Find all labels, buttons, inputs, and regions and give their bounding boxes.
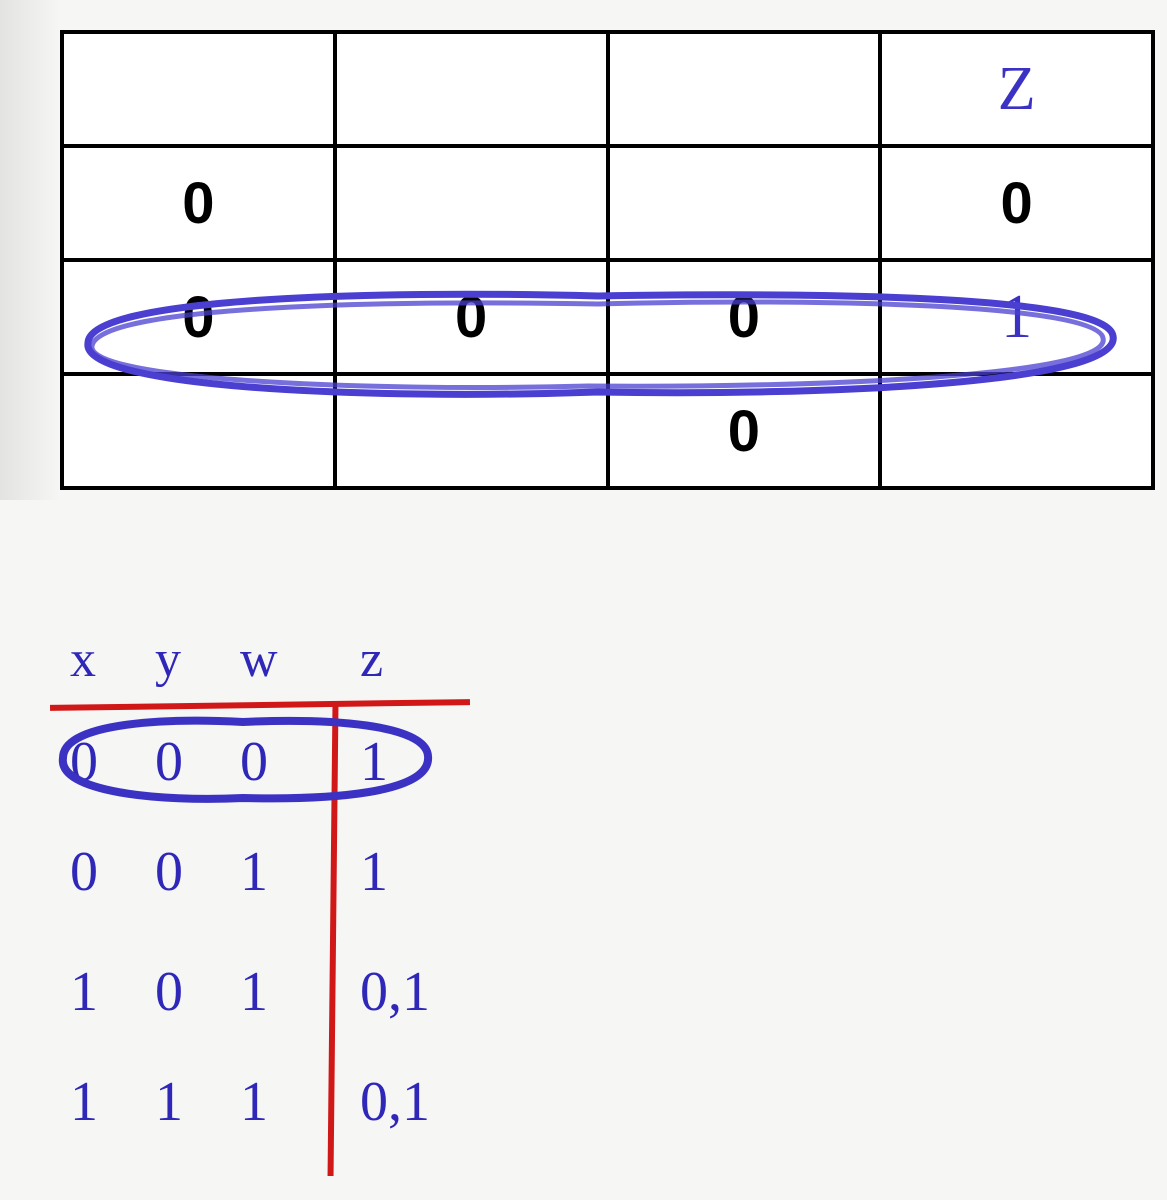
hand-table-z-separator [328,706,339,1176]
hand-cell: 0 [155,840,183,904]
printed-cell: 0 [335,260,608,374]
hand-cell: 0 [240,730,268,794]
printed-header-cell [608,32,881,146]
hand-cell: 0,1 [360,1070,430,1134]
hand-header-y: y [155,630,181,689]
hand-header-z: z [360,630,383,689]
hand-cell: 0 [70,840,98,904]
printed-header-z: Z [880,32,1153,146]
printed-header-row: Z [62,32,1153,146]
hand-cell: 0,1 [360,960,430,1024]
printed-cell [335,374,608,488]
printed-header-cell [335,32,608,146]
printed-cell: 0 [62,146,335,260]
hand-cell: 1 [360,730,388,794]
printed-cell: 0 [880,146,1153,260]
hand-cell: 0 [70,730,98,794]
printed-row: 0 [62,374,1153,488]
hand-cell: 1 [70,960,98,1024]
printed-cell: 0 [608,260,881,374]
printed-cell [62,374,335,488]
hand-cell: 1 [240,1070,268,1134]
printed-cell: 0 [608,374,881,488]
printed-row: 0 0 [62,146,1153,260]
hand-header-w: w [240,630,278,689]
hand-cell: 1 [240,840,268,904]
printed-cell [335,146,608,260]
hand-cell: 1 [240,960,268,1024]
printed-cell [880,374,1153,488]
hand-table: x y w z 0 0 0 1 0 0 1 1 1 0 1 0,1 1 1 1 … [60,630,580,1190]
hand-cell: 1 [155,1070,183,1134]
printed-cell [608,146,881,260]
hand-cell: 0 [155,960,183,1024]
hand-cell: 1 [70,1070,98,1134]
hand-cell: 1 [360,840,388,904]
printed-header-cell [62,32,335,146]
printed-table: Z 0 0 0 0 0 1 0 [60,30,1155,490]
hand-table-header-underline [50,699,470,711]
printed-cell-z: 1 [880,260,1153,374]
hand-cell: 0 [155,730,183,794]
hand-header-x: x [70,630,96,689]
printed-row-circled: 0 0 0 1 [62,260,1153,374]
printed-cell: 0 [62,260,335,374]
page-shadow [0,0,60,500]
